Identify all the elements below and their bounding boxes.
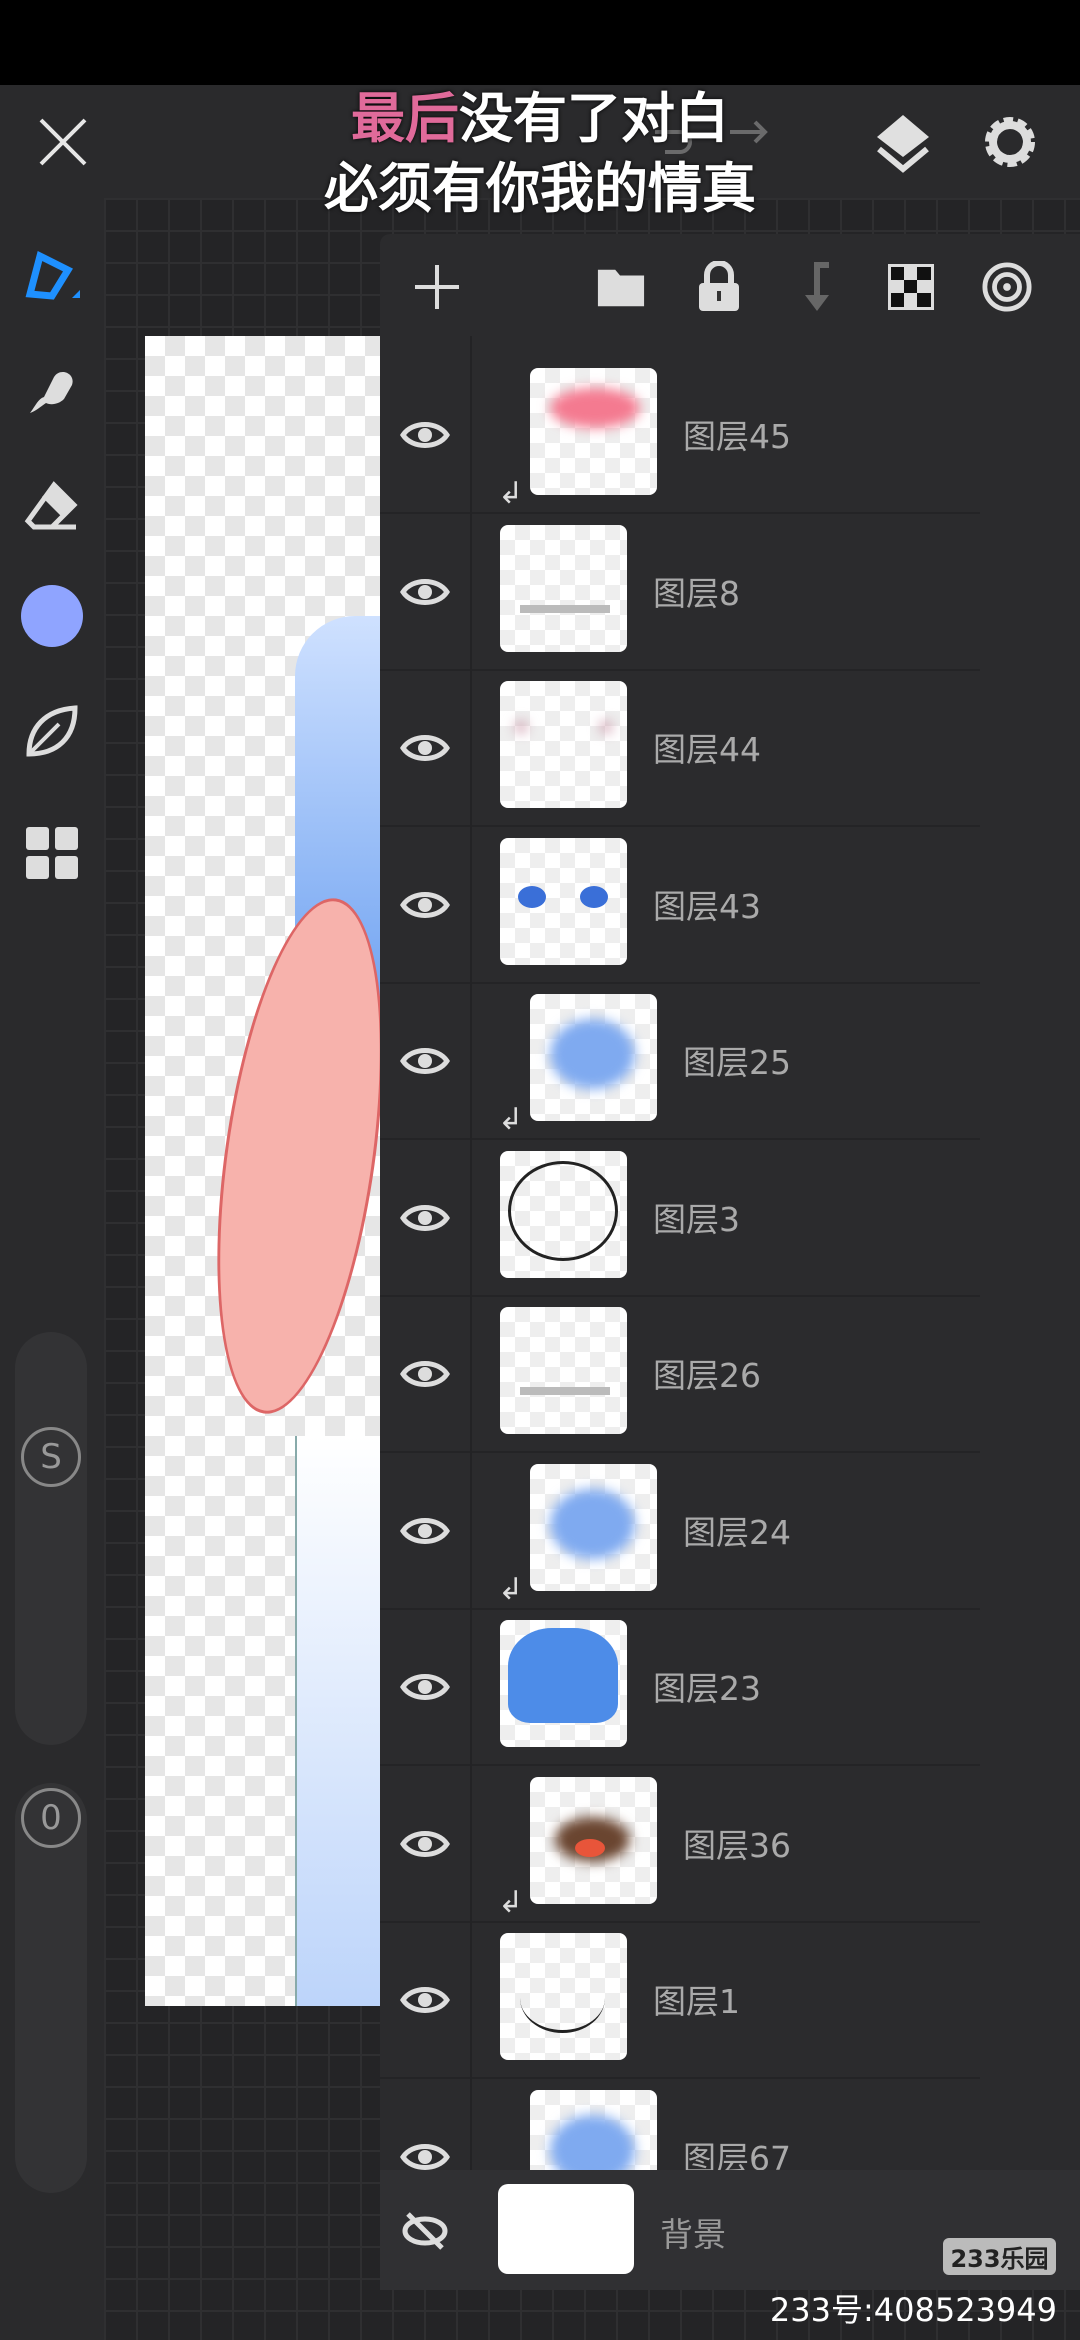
adjustments-tool[interactable] [20,699,84,763]
layer-thumbnail [530,1463,657,1591]
leaf-icon [26,705,78,757]
subtitle-line-2: 必须有你我的情真 [324,157,756,220]
clip-indicator-icon: ↲ [498,1102,524,1137]
eye-hidden-icon [402,2212,448,2250]
layer-name: 图层24 [683,1512,791,1552]
grid-icon [26,827,78,879]
visibility-toggle[interactable] [400,1506,450,1556]
layer-name: 图层44 [653,730,761,769]
eye-icon [400,1830,450,1857]
visibility-toggle[interactable] [400,2206,450,2256]
color-swatch-icon [21,585,83,647]
lock-button[interactable] [694,261,744,312]
visibility-toggle[interactable] [400,1193,450,1243]
layer-name: 图层25 [683,1043,791,1082]
video-subtitle: 最后没有了对白 必须有你我的情真 [0,84,1080,224]
add-layer-button[interactable] [412,262,462,312]
lock-icon [699,261,739,311]
watermark-id: 233号:408523949 [769,2291,1057,2329]
layer-thumbnail [500,1620,627,1747]
layer-name: 背景 [660,2215,726,2254]
eye-icon [400,1204,450,1231]
subtitle-line-1: 最后没有了对白 [0,84,1080,154]
pen-icon [25,250,80,300]
clip-indicator-icon: ↲ [498,476,524,511]
eye-icon [400,891,450,918]
artwork-dress [295,1436,380,2006]
layer-name: 图层43 [653,886,761,926]
visibility-toggle[interactable] [400,567,450,617]
eraser-icon [24,481,78,530]
size-label: S [21,1427,81,1487]
visibility-toggle[interactable] [400,1662,450,1712]
layer-thumbnail [530,994,657,1121]
brush-size-slider[interactable]: S [15,1332,87,1745]
clip-indicator-icon: ↲ [498,1571,524,1607]
layer-thumbnail [500,1933,627,2060]
smudge-icon [30,371,73,413]
eye-icon [400,735,450,761]
eye-icon [400,1674,450,1700]
layer-name: 图层23 [653,1669,761,1708]
artwork-ear [189,888,380,1424]
visibility-toggle[interactable] [400,1036,450,1086]
layer-name: 图层8 [653,573,740,613]
eye-icon [400,422,450,448]
eye-icon [400,1517,450,1544]
eye-icon [400,1361,450,1387]
visibility-toggle[interactable] [400,723,450,773]
target-icon [982,262,1032,312]
checkerboard-icon [888,264,934,310]
layer-name: 图层3 [653,1199,740,1239]
divider [470,336,472,2170]
brush-tool[interactable] [20,244,84,308]
group-button[interactable] [596,262,646,312]
folder-icon [597,269,645,307]
layers-panel-toolbar [380,234,1080,336]
layer-thumbnail [530,1776,657,1904]
smudge-tool[interactable] [20,359,84,423]
eye-icon [400,1987,450,2013]
drawing-canvas[interactable] [145,336,380,2006]
watermark-badge: 233乐园 [943,2238,1056,2275]
eye-icon [400,578,450,605]
layer-thumbnail [498,2184,634,2274]
layer-thumbnail [500,524,627,652]
eye-icon [400,1048,450,1074]
layer-thumbnail [500,1150,627,1278]
visibility-toggle[interactable] [400,1975,450,2025]
reference-button[interactable] [982,262,1032,312]
visibility-toggle[interactable] [400,1349,450,1399]
visibility-toggle[interactable] [400,880,450,930]
opacity-slider[interactable]: 0 [15,1783,87,2193]
subtitle-text: 没有了对白 [459,87,729,150]
color-picker[interactable] [20,584,84,648]
visibility-toggle[interactable] [400,1819,450,1869]
layer-thumbnail [500,1307,627,1434]
clip-indicator-icon: ↲ [498,1884,524,1920]
layer-name: 图层36 [683,1825,791,1865]
opacity-label: 0 [21,1788,81,1848]
plus-icon [415,265,459,309]
transparency-lock-button[interactable] [886,262,936,312]
layer-name: 图层1 [653,1982,740,2021]
layer-name: 图层26 [653,1356,761,1395]
eraser-tool[interactable] [20,475,84,539]
gallery-tool[interactable] [20,821,84,885]
layer-thumbnail [530,368,657,495]
subtitle-highlight: 最后 [351,87,459,150]
visibility-toggle[interactable] [400,410,450,460]
clip-arrow-icon [805,262,829,311]
layer-name: 图层45 [683,417,791,456]
layers-panel: ↲ 图层45 图层8 图层44 图层43 ↲ 图层25 图层3 图层26 ↲ 图层24 图层23 ↲ 图层… [380,234,1080,2290]
layer-thumbnail [500,681,627,808]
clipping-mask-button[interactable] [790,262,840,312]
layer-thumbnail [500,837,627,965]
